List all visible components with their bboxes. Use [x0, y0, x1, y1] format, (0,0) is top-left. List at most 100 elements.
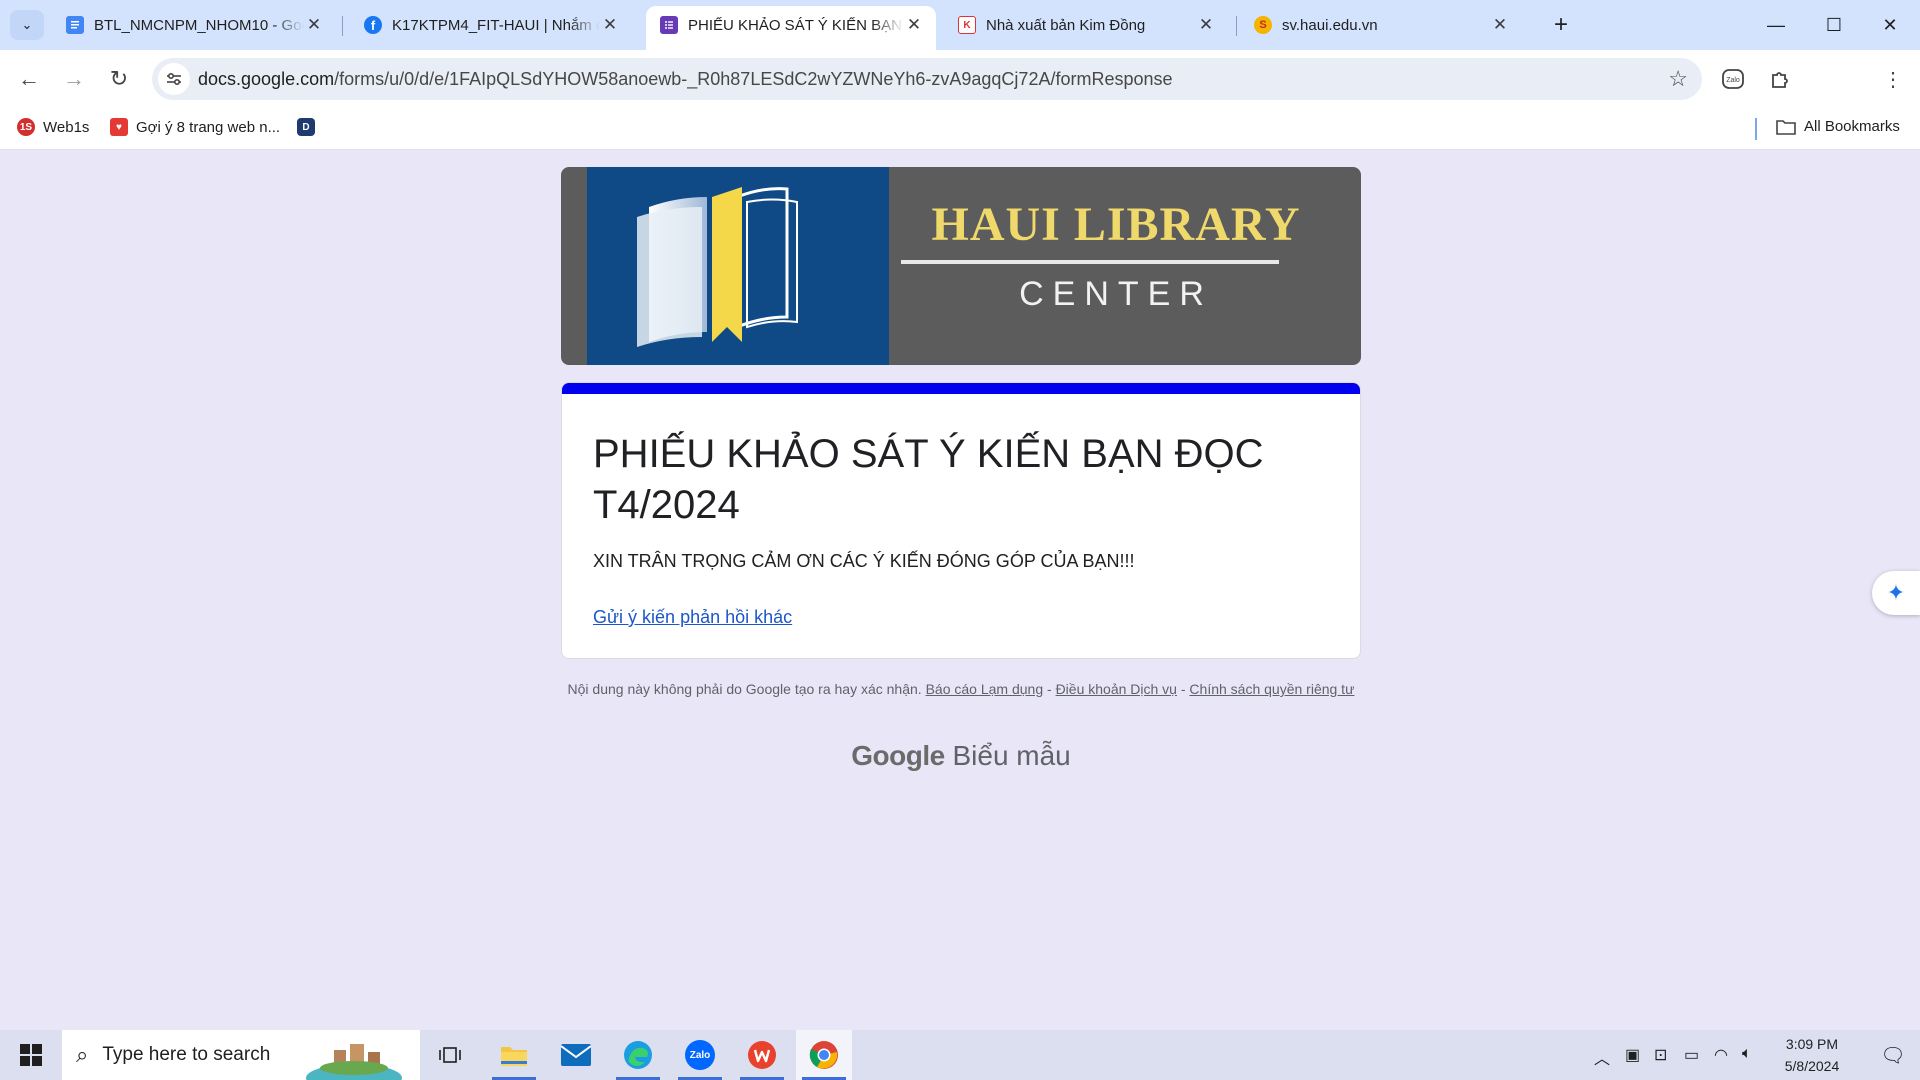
bookmark-label: Web1s — [43, 118, 90, 136]
google-forms-brand[interactable]: Google Biểu mẫu — [561, 740, 1361, 772]
task-view-button[interactable] — [422, 1030, 478, 1080]
edge-icon — [624, 1041, 652, 1069]
file-explorer-icon — [501, 1047, 527, 1066]
mail-button[interactable] — [548, 1030, 604, 1080]
url-host: docs.google.com — [198, 69, 335, 89]
form-title: PHIẾU KHẢO SÁT Ý KIẾN BẠN ĐỌC T4/2024 — [593, 432, 1264, 527]
folder-icon — [1776, 119, 1796, 135]
mail-icon — [561, 1044, 591, 1066]
search-icon: ⌕ — [76, 1042, 89, 1067]
back-button[interactable]: ← — [12, 62, 46, 96]
haui-library-banner: HAUI LIBRARY CENTER — [561, 167, 1361, 365]
security-icon[interactable]: ⊡ — [1654, 1045, 1667, 1065]
bookmark-goi-y[interactable]: ♥ Gợi ý 8 trang web n... — [110, 118, 280, 136]
tab-title: BTL_NMCNPM_NHOM10 - Goo — [94, 16, 304, 34]
zalo-icon: Zalo — [685, 1040, 715, 1070]
chrome-button[interactable] — [796, 1030, 852, 1080]
bookmark-web1s[interactable]: 1S Web1s — [17, 118, 89, 136]
d-icon: D — [297, 118, 315, 136]
plus-icon: + — [1553, 11, 1568, 38]
facebook-icon: f — [364, 16, 382, 34]
tab-survey-form[interactable]: PHIẾU KHẢO SÁT Ý KIẾN BẠN Đ ✕ — [646, 6, 936, 50]
all-bookmarks-label: All Bookmarks — [1804, 118, 1900, 135]
disclaimer-text: Nội dung này không phải do Google tạo ra… — [567, 681, 922, 697]
tab-search-button[interactable]: ⌄ — [10, 10, 44, 40]
banner-title: HAUI LIBRARY — [931, 198, 1301, 251]
banner-logo-panel — [587, 167, 889, 365]
privacy-link[interactable]: Chính sách quyền riêng tư — [1189, 681, 1354, 697]
taskbar-search[interactable]: ⌕ Type here to search — [62, 1030, 420, 1080]
url-text[interactable]: docs.google.com/forms/u/0/d/e/1FAIpQLSdY… — [198, 69, 1173, 90]
notification-icon: 🗨︎ — [1880, 1044, 1906, 1067]
wps-office-button[interactable] — [734, 1030, 790, 1080]
more-menu-icon[interactable]: ⋮ — [1878, 64, 1908, 94]
file-explorer-button[interactable] — [486, 1030, 542, 1080]
wifi-icon[interactable]: ◠ — [1714, 1045, 1728, 1065]
report-abuse-link[interactable]: Báo cáo Lạm dụng — [926, 681, 1044, 697]
new-tab-button[interactable]: + — [1545, 10, 1577, 40]
close-icon[interactable]: ✕ — [304, 15, 324, 35]
separator: - — [1180, 681, 1186, 697]
meet-now-icon[interactable]: ▣ — [1625, 1045, 1640, 1065]
close-icon[interactable]: ✕ — [1196, 15, 1216, 35]
tab-kim-dong[interactable]: K Nhà xuất bản Kim Đồng ✕ — [944, 6, 1228, 44]
zalo-button[interactable]: Zalo — [672, 1030, 728, 1080]
tab-title: sv.haui.edu.vn — [1282, 16, 1378, 34]
chevron-up-icon: ︿ — [1594, 1051, 1611, 1068]
arrow-right-icon: → — [63, 66, 85, 91]
task-view-icon — [439, 1047, 461, 1063]
tab-btl-doc[interactable]: BTL_NMCNPM_NHOM10 - Goo ✕ — [52, 6, 336, 44]
tab-facebook-group[interactable]: f K17KTPM4_FIT-HAUI | Nhắm cá ✕ — [350, 6, 632, 44]
form-description: XIN TRÂN TRỌNG CẢM ƠN CÁC Ý KIẾN ĐÓNG GÓ… — [593, 551, 1135, 571]
zalo-extension-icon[interactable]: Zalo — [1718, 64, 1748, 94]
form-disclaimer: Nội dung này không phải do Google tạo ra… — [561, 680, 1361, 698]
forms-product-name: Biểu mẫu — [952, 740, 1071, 771]
system-clock[interactable]: 3:09 PM 5/8/2024 — [1762, 1033, 1862, 1077]
edge-button[interactable] — [610, 1030, 666, 1080]
sidebar-sparkle-button[interactable]: ✦ — [1872, 571, 1920, 615]
url-path: /forms/u/0/d/e/1FAIpQLSdYHOW58anoewb-_R0… — [334, 69, 1173, 89]
terms-link[interactable]: Điều khoản Dịch vụ — [1056, 681, 1177, 697]
tab-separator — [1236, 16, 1237, 36]
maximize-icon: ☐ — [1825, 14, 1843, 35]
tab-title: Nhà xuất bản Kim Đồng — [986, 16, 1146, 34]
close-icon[interactable]: ✕ — [1490, 15, 1510, 35]
tab-strip: ⌄ BTL_NMCNPM_NHOM10 - Goo ✕ f K17KTPM4_F… — [0, 0, 1920, 50]
google-docs-icon — [66, 16, 84, 34]
close-icon[interactable]: ✕ — [904, 15, 924, 35]
bookmark-star-icon[interactable]: ☆ — [1668, 66, 1688, 92]
extensions-puzzle-icon[interactable] — [1765, 64, 1795, 94]
open-book-icon — [637, 187, 798, 347]
site-info-icon[interactable] — [158, 63, 190, 95]
start-button[interactable] — [0, 1030, 62, 1080]
address-bar[interactable]: docs.google.com/forms/u/0/d/e/1FAIpQLSdY… — [152, 58, 1702, 100]
reload-button[interactable]: ↻ — [102, 62, 136, 96]
tab-haui-sv[interactable]: S sv.haui.edu.vn ✕ — [1240, 6, 1522, 44]
submit-another-response-link[interactable]: Gửi ý kiến phản hồi khác — [593, 607, 792, 628]
notifications-button[interactable]: 🗨︎ — [1866, 1030, 1920, 1080]
google-logo-text: Google — [851, 740, 945, 771]
minimize-button[interactable]: — — [1748, 0, 1804, 50]
windows-taskbar: ⌕ Type here to search Zalo ︿ ▣ ⊡ ▭ ◠ 🔈︎ … — [0, 1030, 1920, 1080]
volume-icon[interactable]: 🔈︎ — [1742, 1045, 1752, 1063]
close-icon[interactable]: ✕ — [600, 15, 620, 35]
bookmarks-separator — [1755, 118, 1757, 140]
forward-button[interactable]: → — [57, 62, 91, 96]
arrow-left-icon: ← — [18, 66, 40, 91]
close-window-button[interactable]: ✕ — [1862, 0, 1918, 50]
tab-title: PHIẾU KHẢO SÁT Ý KIẾN BẠN Đ — [688, 16, 904, 34]
all-bookmarks-button[interactable]: All Bookmarks — [1776, 118, 1900, 135]
clock-time: 3:09 PM — [1785, 1036, 1839, 1052]
love-go-icon: ♥ — [110, 118, 128, 136]
bookmark-d[interactable]: D — [297, 118, 315, 136]
minimize-icon: — — [1767, 14, 1785, 35]
search-placeholder: Type here to search — [102, 1044, 271, 1065]
show-hidden-icons[interactable]: ︿ — [1594, 1045, 1610, 1069]
google-forms-icon — [660, 16, 678, 34]
tab-separator — [342, 16, 343, 36]
maximize-button[interactable]: ☐ — [1806, 0, 1862, 50]
svg-text:Zalo: Zalo — [1726, 77, 1740, 84]
browser-toolbar: ← → ↻ docs.google.com/forms/u/0/d/e/1FAI… — [0, 50, 1920, 140]
battery-icon[interactable]: ▭ — [1684, 1045, 1699, 1065]
form-card: PHIẾU KHẢO SÁT Ý KIẾN BẠN ĐỌC T4/2024 XI… — [561, 382, 1361, 659]
